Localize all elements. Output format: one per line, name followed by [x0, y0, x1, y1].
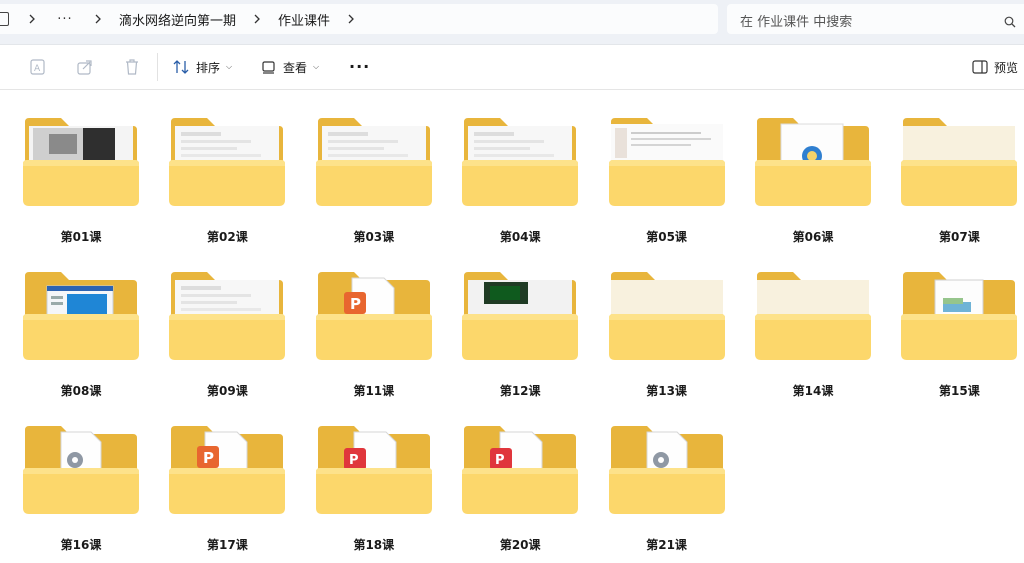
chevron-right-icon[interactable] — [336, 14, 366, 24]
folder-name: 第11课 — [353, 384, 395, 398]
folder-item[interactable]: 第13课 — [597, 246, 737, 398]
breadcrumb-item-course[interactable]: 滴水网络逆向第一期 — [113, 10, 242, 29]
folder-name: 第16课 — [60, 538, 102, 552]
folder-icon — [169, 118, 286, 206]
folder-item[interactable]: 第05课 — [597, 92, 737, 244]
folder-icon — [23, 118, 139, 206]
folder-name: 第20课 — [499, 538, 541, 552]
folder-item[interactable]: P 第18课 — [304, 400, 444, 552]
svg-text:P: P — [203, 449, 214, 467]
folder-icon — [23, 426, 139, 514]
folder-name: 第18课 — [353, 538, 395, 552]
folder-name: 第09课 — [207, 384, 248, 398]
folder-icon — [901, 272, 1018, 360]
folder-name: 第04课 — [499, 230, 541, 244]
preview-label: 预览 — [993, 60, 1018, 75]
breadcrumb-item-homework[interactable]: 作业课件 — [272, 10, 336, 29]
folder-icon — [608, 118, 725, 206]
svg-text:P: P — [350, 295, 361, 313]
folder-icon — [462, 118, 579, 206]
folder-grid: 第01课 第02课 第03课 第04课 第05课 第06课 第07课第08课 第09课 P 第11… — [0, 90, 1024, 563]
folder-name: 第14课 — [792, 384, 834, 398]
toolbar-divider — [157, 53, 158, 81]
search-icon[interactable] — [1004, 13, 1016, 32]
folder-item[interactable]: 第09课 — [157, 246, 297, 398]
more-options-button[interactable]: ··· — [349, 57, 370, 76]
folder-item[interactable]: 第06课 — [743, 92, 883, 244]
folder-item[interactable]: P 第20课 — [450, 400, 590, 552]
svg-text:P: P — [495, 453, 505, 468]
view-label: 查看 — [283, 60, 308, 75]
folder-item[interactable]: 第01课 — [11, 92, 151, 244]
folder-name: 第06课 — [792, 230, 834, 244]
folder-icon: P — [169, 426, 286, 514]
folder-name: 第15课 — [939, 384, 980, 398]
folder-icon — [608, 426, 725, 514]
folder-name: 第13课 — [646, 384, 687, 398]
folder-icon: P — [315, 426, 432, 514]
folder-name: 第02课 — [207, 230, 248, 244]
folder-name: 第03课 — [353, 230, 395, 244]
folder-icon: P — [315, 272, 432, 360]
pane-edge-icon — [0, 12, 9, 26]
search-box[interactable]: 在 作业课件 中搜索 — [727, 4, 1024, 34]
chevron-right-icon[interactable] — [83, 14, 113, 24]
search-placeholder[interactable]: 在 作业课件 中搜索 — [740, 11, 852, 30]
folder-item[interactable]: 第12课 — [450, 246, 590, 398]
folder-item[interactable]: 第04课 — [450, 92, 590, 244]
svg-text:P: P — [349, 453, 359, 468]
view-icon — [262, 61, 275, 74]
preview-pane-icon — [972, 60, 988, 74]
folder-icon — [755, 272, 871, 360]
chevron-down-icon: ⌵ — [226, 62, 233, 71]
folder-item[interactable]: 第15课 — [889, 246, 1024, 398]
folder-name: 第12课 — [499, 384, 541, 398]
breadcrumb[interactable]: ··· 滴水网络逆向第一期 作业课件 — [0, 4, 718, 34]
chevron-right-icon[interactable] — [242, 14, 272, 24]
folder-icon — [901, 118, 1018, 206]
folder-name: 第17课 — [207, 538, 248, 552]
folder-icon: P — [462, 426, 579, 514]
chevron-down-icon: ⌵ — [313, 62, 320, 71]
folder-icon — [315, 118, 432, 206]
breadcrumb-ellipsis-button[interactable]: ··· — [47, 12, 83, 27]
sort-button[interactable]: 排序 ⌵ — [172, 55, 232, 79]
sort-label: 排序 — [196, 60, 221, 75]
svg-text:A: A — [34, 64, 41, 74]
delete-icon[interactable] — [122, 57, 142, 77]
view-button[interactable]: 查看 ⌵ — [261, 55, 319, 79]
folder-name: 第05课 — [646, 230, 687, 244]
folder-item[interactable]: P 第11课 — [304, 246, 444, 398]
preview-pane-button[interactable]: 预览 — [972, 55, 1018, 79]
folder-item[interactable]: P 第17课 — [157, 400, 297, 552]
share-icon[interactable] — [75, 57, 95, 77]
folder-item[interactable]: 第02课 — [157, 92, 297, 244]
folder-item[interactable]: 第21课 — [597, 400, 737, 552]
folder-item[interactable]: 第03课 — [304, 92, 444, 244]
folder-icon — [462, 272, 579, 360]
folder-name: 第08课 — [60, 384, 102, 398]
folder-icon — [169, 272, 286, 360]
folder-name: 第21课 — [646, 538, 687, 552]
chevron-right-icon[interactable] — [17, 14, 47, 24]
rename-icon[interactable]: A — [28, 57, 48, 77]
folder-name: 第01课 — [60, 230, 102, 244]
folder-item[interactable]: 第07课 — [889, 92, 1024, 244]
folder-name: 第07课 — [939, 230, 980, 244]
folder-item[interactable]: 第14课 — [743, 246, 883, 398]
command-toolbar: A 排序 ⌵ 查看 ⌵ ··· 预览 — [0, 45, 1024, 90]
folder-icon — [608, 272, 725, 360]
folder-icon — [23, 272, 139, 360]
folder-item[interactable]: 第08课 — [11, 246, 151, 398]
address-bar-row: ··· 滴水网络逆向第一期 作业课件 在 作业课件 中搜索 — [0, 0, 1024, 45]
folder-icon — [755, 118, 871, 206]
sort-icon — [173, 60, 189, 74]
folder-item[interactable]: 第16课 — [11, 400, 151, 552]
